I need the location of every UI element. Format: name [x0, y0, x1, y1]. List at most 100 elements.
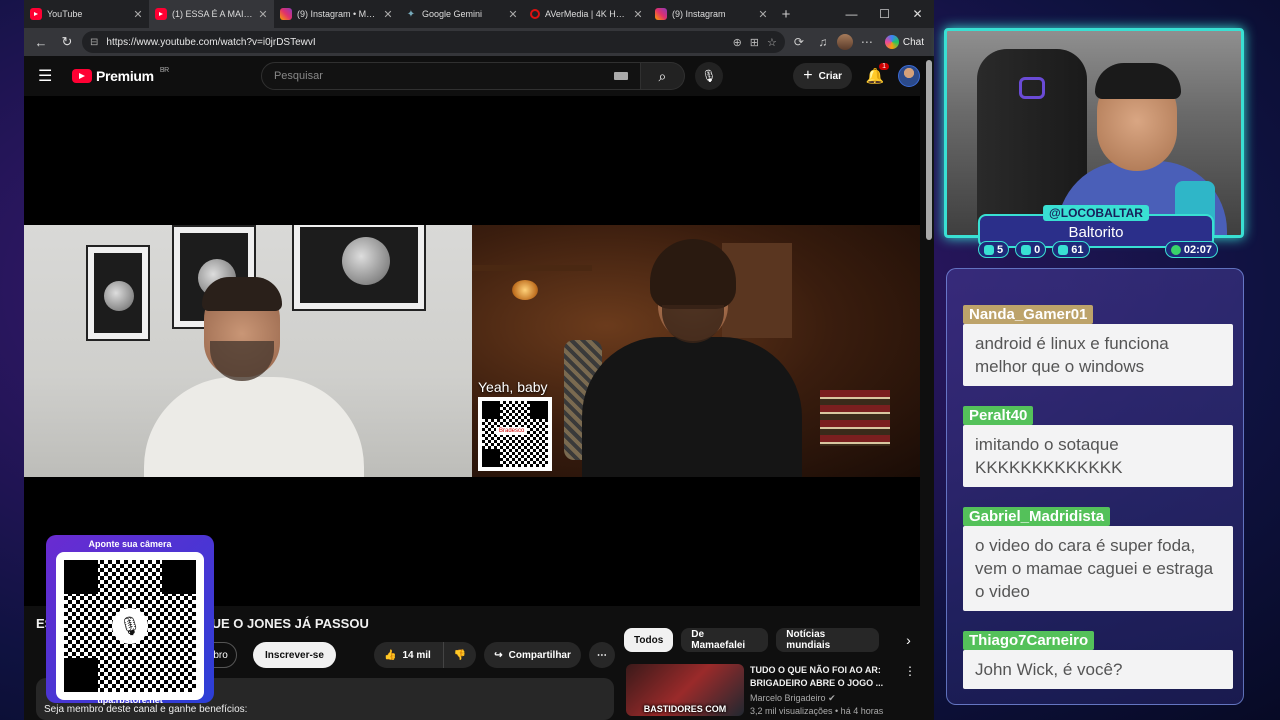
- instagram-icon: [280, 8, 292, 20]
- chat-bubble-icon: [984, 244, 994, 255]
- window-controls: — ☐ ✕: [835, 7, 934, 21]
- url-field[interactable]: ⊟ https://www.youtube.com/watch?v=i0jrDS…: [82, 31, 785, 53]
- tab-title: (1) ESSA É A MAIOR VE: [172, 9, 253, 19]
- youtube-icon: [72, 69, 92, 83]
- search-bar: Pesquisar ⌕ 🎙: [260, 62, 723, 90]
- thumbs-up-icon: 👍: [384, 649, 397, 661]
- site-info-icon[interactable]: ⊟: [90, 37, 98, 48]
- tab-title: Google Gemini: [422, 9, 483, 19]
- moon-picture: [342, 237, 390, 285]
- app-icon[interactable]: ⊞: [750, 36, 759, 49]
- recommended-video[interactable]: BASTIDORES COM TUDO O QUE NÃO FOI AO AR:…: [626, 664, 916, 718]
- plus-icon: +: [803, 67, 813, 84]
- voice-search-button[interactable]: 🎙: [694, 62, 723, 90]
- wall-frame: [88, 247, 148, 339]
- chat-text: imitando o sotaque KKKKKKKKKKKKK: [963, 425, 1233, 487]
- chair-logo: [1019, 77, 1045, 99]
- video-caption: Yeah, baby: [478, 379, 548, 395]
- page-scrollbar[interactable]: [926, 60, 932, 240]
- share-icon: ↪: [494, 649, 503, 661]
- profile-avatar[interactable]: [836, 34, 853, 50]
- more-actions-button[interactable]: ⋯: [588, 642, 615, 668]
- video-left-speaker: [24, 225, 472, 477]
- favorite-star-icon[interactable]: ☆: [767, 36, 777, 49]
- recommended-info: TUDO O QUE NÃO FOI AO AR: BRIGADEIRO ABR…: [750, 664, 898, 718]
- close-icon[interactable]: ✕: [508, 8, 518, 21]
- new-tab-button[interactable]: +: [774, 6, 798, 23]
- streamer-hair: [1095, 63, 1181, 99]
- logo-region: BR: [159, 66, 169, 74]
- chat-label: Chat: [902, 36, 924, 48]
- create-label: Criar: [818, 70, 842, 82]
- youtube-premium-logo[interactable]: Premium BR: [72, 66, 169, 84]
- shelf: [472, 265, 592, 271]
- close-icon[interactable]: ✕: [633, 8, 643, 21]
- menu-icon[interactable]: ☰: [38, 66, 58, 86]
- chip-all[interactable]: Todos: [624, 628, 674, 652]
- notification-badge: 1: [879, 63, 889, 70]
- copilot-icon: [884, 35, 899, 49]
- tab-instagram-messages[interactable]: (9) Instagram • Mensag ✕: [274, 0, 399, 28]
- host-person: [582, 239, 802, 477]
- keyboard-icon[interactable]: [613, 72, 628, 80]
- book-stack: [820, 390, 890, 446]
- stream-stats: 5 0 61 02:07: [978, 241, 1218, 258]
- like-button[interactable]: 👍 14 mil: [374, 642, 443, 668]
- video-qr-code: Bradesco: [478, 397, 552, 471]
- close-icon[interactable]: ✕: [758, 8, 768, 21]
- share-button[interactable]: ↪ Compartilhar: [484, 642, 581, 668]
- chip-world-news[interactable]: Notícias mundiais: [776, 628, 879, 652]
- tab-video[interactable]: (1) ESSA É A MAIOR VE ✕: [149, 0, 274, 28]
- close-icon[interactable]: ✕: [133, 8, 143, 21]
- maximize-icon[interactable]: ☐: [868, 7, 901, 21]
- media-icon[interactable]: ♫: [813, 35, 833, 49]
- guest-person: [144, 277, 364, 477]
- share-label: Compartilhar: [508, 649, 571, 661]
- create-button[interactable]: + Criar: [793, 63, 852, 89]
- tab-title: YouTube: [47, 9, 83, 19]
- chat-message: Nanda_Gamer01 android é linux e funciona…: [963, 305, 1233, 386]
- notifications-button[interactable]: 🔔 1: [864, 63, 889, 85]
- video-actions: 👍 14 mil 👎 ↪ Compartilhar ⋯: [374, 642, 615, 668]
- recommended-title[interactable]: TUDO O QUE NÃO FOI AO AR: BRIGADEIRO ABR…: [750, 664, 898, 690]
- minimize-icon[interactable]: —: [835, 7, 868, 21]
- account-avatar[interactable]: [898, 65, 920, 87]
- search-button[interactable]: ⌕: [640, 62, 685, 90]
- menu-dots-icon[interactable]: ⋯: [857, 35, 877, 49]
- microphone-icon: 🎙: [112, 608, 148, 644]
- close-window-icon[interactable]: ✕: [901, 7, 934, 21]
- close-icon[interactable]: ✕: [383, 8, 393, 21]
- chip-channel[interactable]: De Mamaefalei: [681, 628, 769, 652]
- tab-title: AVerMedia | 4K HDMI: [545, 9, 628, 19]
- tab-instagram[interactable]: (9) Instagram ✕: [649, 0, 774, 28]
- copilot-chat-button[interactable]: Chat: [881, 35, 928, 49]
- chat-text: o video do cara é super foda, vem o mama…: [963, 526, 1233, 611]
- tab-youtube[interactable]: YouTube ✕: [24, 0, 149, 28]
- reload-icon[interactable]: ↻: [56, 34, 78, 50]
- video-icon: [1021, 244, 1032, 255]
- address-bar: ← ↻ ⊟ https://www.youtube.com/watch?v=i0…: [24, 28, 934, 56]
- close-icon[interactable]: ✕: [258, 8, 268, 21]
- search-input[interactable]: Pesquisar: [260, 62, 641, 90]
- instagram-icon: [655, 8, 667, 20]
- subscribe-button[interactable]: Inscrever-se: [253, 642, 336, 668]
- more-vert-icon[interactable]: ⋮: [904, 664, 916, 718]
- thumbs-down-icon: 👎: [453, 649, 467, 661]
- raid-icon: [1058, 244, 1069, 255]
- back-icon[interactable]: ←: [30, 35, 52, 50]
- qr-code: 🎙: [56, 552, 204, 700]
- recommended-thumbnail[interactable]: BASTIDORES COM: [626, 664, 744, 716]
- dislike-button[interactable]: 👎: [442, 642, 477, 668]
- tab-avermedia[interactable]: AVerMedia | 4K HDMI ✕: [524, 0, 649, 28]
- tab-gemini[interactable]: ✦ Google Gemini ✕: [399, 0, 524, 28]
- chat-text: android é linux e funciona melhor que o …: [963, 324, 1233, 386]
- video-player[interactable]: Yeah, baby Bradesco: [24, 96, 920, 606]
- header-actions: + Criar 🔔 1: [793, 63, 920, 89]
- chat-message: Gabriel_Madridista o video do cara é sup…: [963, 507, 1233, 611]
- search-icon: ⌕: [658, 67, 667, 84]
- extensions-icon[interactable]: ⟳: [789, 35, 809, 49]
- chevron-right-icon[interactable]: ›: [897, 632, 920, 648]
- recommended-meta: 3,2 mil visualizações • há 4 horas: [750, 706, 884, 716]
- translate-icon[interactable]: ⊕: [733, 36, 742, 49]
- bell-icon: 🔔: [865, 68, 885, 85]
